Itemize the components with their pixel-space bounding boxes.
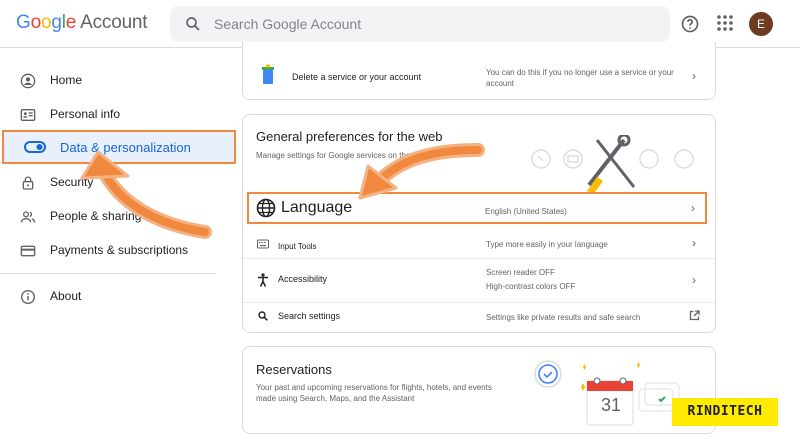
watermark-badge: RINDITECH [672,398,778,426]
annotation-arrows [80,143,485,239]
